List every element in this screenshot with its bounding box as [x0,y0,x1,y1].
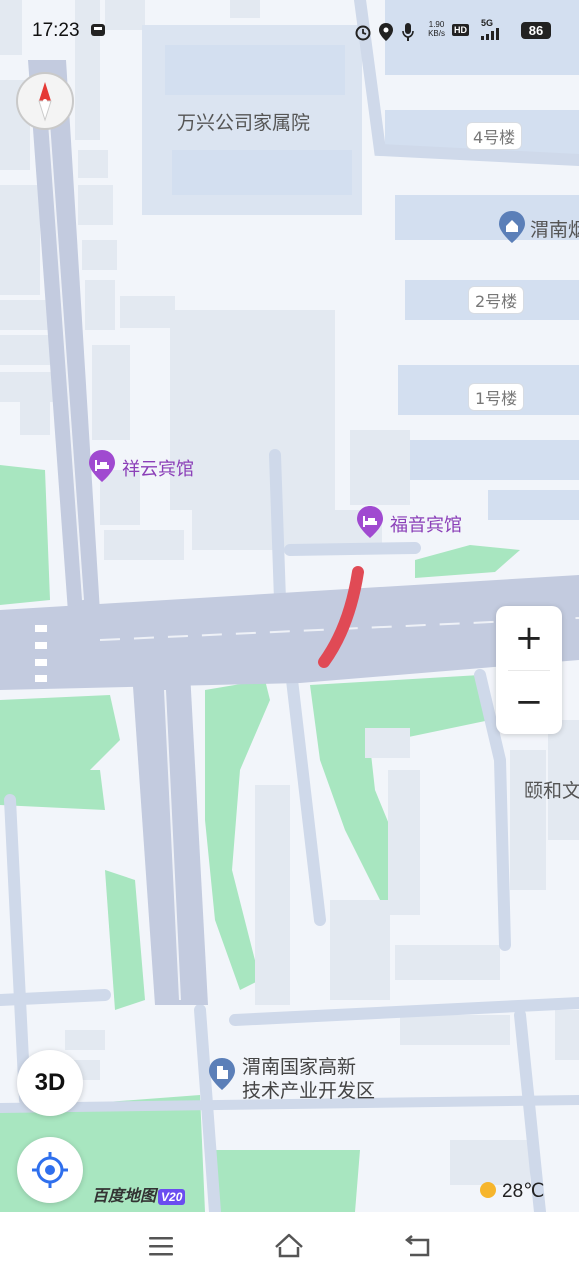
back-icon[interactable] [398,1226,438,1266]
hotel-pin-icon[interactable] [88,449,116,483]
battery-indicator: 86 [521,22,551,39]
logo-text: 百度地图 [92,1188,157,1205]
area-label-wanxing: 万兴公司家属院 [177,112,311,134]
compass-icon [38,82,52,122]
baidu-map-logo: 百度地图 V20 [92,1182,186,1206]
building-pin-icon[interactable] [498,210,526,244]
poi-label-fuyin[interactable]: 福音宾馆 [390,511,462,537]
net-speed-unit: KB/s [428,29,445,38]
location-icon [379,23,393,41]
hd-badge: HD [452,24,469,36]
hotel-pin-icon[interactable] [356,505,384,539]
weather-widget[interactable]: 28℃ [480,1180,544,1203]
logo-version: V20 [158,1189,186,1205]
building-label-1: 1号楼 [468,383,525,411]
area-label-yihe-partial: 颐和文 [524,780,579,802]
map-canvas[interactable] [0,0,579,1212]
zoom-control: + − [496,606,562,734]
temperature: 28℃ [502,1181,545,1202]
menu-icon[interactable] [141,1226,181,1266]
zoom-in-button[interactable]: + [496,606,562,670]
locate-button[interactable] [17,1137,83,1203]
net-speed: 1.90 KB/s [428,20,445,38]
sun-icon [480,1182,496,1198]
signal-icon [481,28,499,40]
locate-icon [32,1152,68,1188]
home-icon[interactable] [269,1226,309,1266]
alarm-icon [355,25,371,41]
zoom-out-button[interactable]: − [496,670,562,734]
area-label-park-line2: 技术产业开发区 [242,1080,376,1102]
3d-view-button[interactable]: 3D [17,1050,83,1116]
building-label-4: 4号楼 [466,122,523,150]
microphone-icon [402,23,414,41]
area-label-weinan-partial: 渭南烟 [530,219,579,241]
building-label-2: 2号楼 [468,286,525,314]
navigation-bar [0,1212,579,1280]
status-time: 17:23 [32,20,80,41]
area-label-park-line1: 渭南国家高新 [242,1056,357,1078]
poi-label-xiangyun[interactable]: 祥云宾馆 [122,455,194,481]
network-label: 5G [480,18,493,28]
net-speed-value: 1.90 [428,20,445,29]
district-pin-icon[interactable] [208,1057,236,1091]
compass-button[interactable] [16,72,74,130]
status-bar: 17:23 1.90 KB/s HD 5G 86 [0,0,579,62]
notification-icon [91,24,105,36]
